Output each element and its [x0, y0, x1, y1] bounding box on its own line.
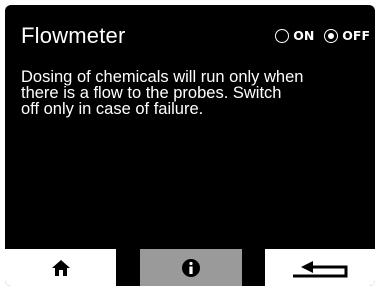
flowmeter-toggle: ON OFF: [275, 25, 370, 47]
off-radio[interactable]: [324, 29, 339, 43]
header: Flowmeter ON OFF: [5, 5, 375, 63]
info-icon: [182, 258, 200, 277]
bottom-nav-bar: [5, 239, 375, 286]
description-text: Dosing of chemicals will run only when t…: [21, 68, 304, 118]
back-button[interactable]: [265, 249, 375, 286]
on-radio[interactable]: [275, 29, 290, 43]
page-title: Flowmeter: [21, 23, 126, 48]
off-option[interactable]: OFF: [324, 29, 370, 43]
back-arrow-icon: [293, 260, 348, 277]
home-icon: [51, 259, 70, 276]
off-label: OFF: [342, 28, 370, 43]
on-option[interactable]: ON: [275, 29, 314, 43]
info-button[interactable]: [140, 249, 242, 286]
home-button[interactable]: [5, 249, 116, 286]
device-screen: Flowmeter ON OFF Dosing of chemicals wil…: [5, 5, 375, 286]
on-label: ON: [293, 28, 315, 43]
